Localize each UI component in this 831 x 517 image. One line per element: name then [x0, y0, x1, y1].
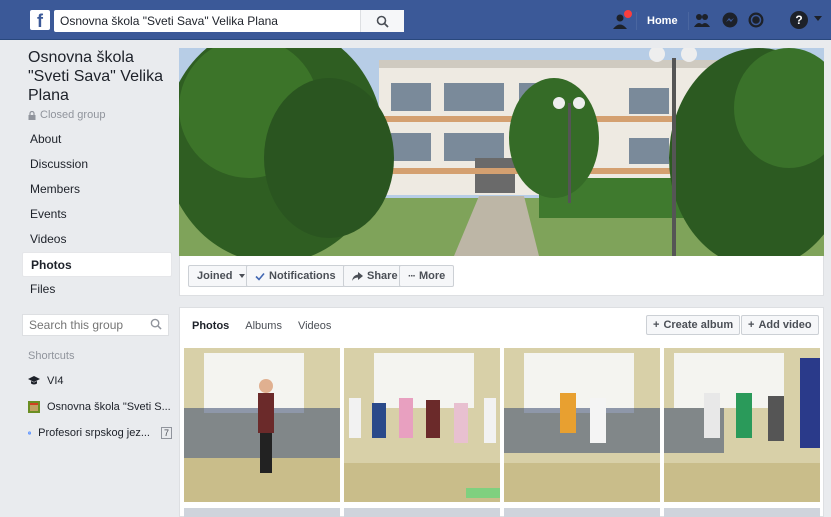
checkmark-icon — [255, 272, 265, 281]
shortcut-item[interactable]: VI4 — [22, 368, 172, 394]
photo-thumbnail[interactable] — [184, 348, 340, 502]
people-icon[interactable] — [694, 12, 710, 28]
search-icon — [376, 15, 389, 28]
chevron-down-icon — [239, 274, 246, 278]
group-cover-photo[interactable] — [179, 48, 824, 256]
group-search[interactable] — [22, 314, 169, 336]
group-actions-bar: Joined Notifications Share ··· More — [179, 256, 824, 296]
help-icon[interactable]: ? — [790, 11, 808, 29]
more-button[interactable]: ··· More — [399, 265, 455, 287]
plus-icon: + — [748, 319, 755, 331]
notifications-label: Notifications — [269, 270, 336, 282]
joined-button[interactable]: Joined — [188, 265, 255, 287]
shortcut-item[interactable]: Osnovna škola "Sveti S... — [22, 394, 172, 420]
shortcut-item[interactable]: Profesori srpskog jez... 7 — [22, 420, 172, 446]
create-album-button[interactable]: + Create album — [646, 315, 741, 335]
joined-label: Joined — [197, 270, 233, 282]
group-name[interactable]: Osnovna škola "Sveti Sava" Velika Plana — [28, 48, 172, 105]
search-button[interactable] — [360, 10, 404, 32]
more-dots-icon: ··· — [408, 270, 416, 282]
home-link[interactable]: Home — [636, 12, 689, 30]
photo-thumbnail[interactable] — [184, 508, 340, 517]
plus-icon: + — [653, 319, 660, 331]
photos-panel: Photos Albums Videos + Create album + Ad… — [179, 307, 824, 517]
photos-tabs: Photos Albums Videos — [192, 320, 331, 332]
notifications-globe-icon[interactable] — [748, 12, 764, 28]
school-group-thumbnail-icon — [28, 401, 40, 413]
shortcut-count-badge: 7 — [160, 427, 172, 439]
search-icon[interactable] — [150, 318, 162, 330]
class-photo-image — [664, 348, 820, 502]
sidebar-item-discussion[interactable]: Discussion — [22, 152, 172, 177]
group-people-icon — [28, 431, 32, 435]
sidebar-item-events[interactable]: Events — [22, 202, 172, 227]
messenger-icon[interactable] — [722, 12, 738, 28]
global-search[interactable] — [54, 10, 404, 32]
top-navigation-bar: f Home ? — [0, 0, 831, 40]
sidebar-item-photos[interactable]: Photos — [22, 252, 172, 277]
cover-photo-image — [179, 48, 824, 256]
class-photo-image — [184, 348, 340, 502]
left-sidebar: Osnovna škola "Sveti Sava" Velika Plana … — [22, 48, 172, 446]
photo-thumbnail[interactable] — [664, 348, 820, 502]
share-arrow-icon — [352, 271, 363, 281]
group-search-input[interactable] — [23, 315, 143, 335]
privacy-text: Closed group — [40, 109, 106, 121]
photo-thumbnail[interactable] — [504, 348, 660, 502]
shortcut-label: Osnovna škola "Sveti S... — [47, 401, 171, 413]
graduation-cap-icon — [28, 376, 40, 385]
tab-albums[interactable]: Albums — [245, 320, 282, 332]
photo-thumbnail[interactable] — [344, 508, 500, 517]
photo-thumbnail[interactable] — [664, 508, 820, 517]
notification-dot — [624, 10, 632, 18]
shortcut-label: VI4 — [47, 375, 64, 387]
add-video-button[interactable]: + Add video — [741, 315, 819, 335]
sidebar-item-members[interactable]: Members — [22, 177, 172, 202]
share-label: Share — [367, 270, 398, 282]
privacy-label: Closed group — [28, 109, 172, 121]
lock-icon — [28, 110, 36, 120]
class-photo-image — [344, 348, 500, 502]
account-menu-caret-icon[interactable] — [814, 16, 822, 21]
create-album-label: Create album — [663, 319, 734, 331]
facebook-logo-icon[interactable]: f — [30, 10, 50, 30]
sidebar-item-videos[interactable]: Videos — [22, 227, 172, 252]
share-button[interactable]: Share — [343, 265, 407, 287]
sidebar-item-about[interactable]: About — [22, 127, 172, 152]
notifications-button[interactable]: Notifications — [246, 265, 345, 287]
photo-thumbnail[interactable] — [504, 508, 660, 517]
shortcut-label: Profesori srpskog jez... — [38, 427, 150, 439]
shortcuts-heading: Shortcuts — [28, 350, 75, 362]
sidebar-item-files[interactable]: Files — [22, 277, 172, 302]
more-label: More — [419, 270, 446, 282]
tab-videos[interactable]: Videos — [298, 320, 331, 332]
photo-thumbnail[interactable] — [344, 348, 500, 502]
tab-photos[interactable]: Photos — [192, 320, 229, 332]
class-photo-image — [504, 348, 660, 502]
add-video-label: Add video — [758, 319, 812, 331]
global-search-input[interactable] — [54, 10, 364, 32]
